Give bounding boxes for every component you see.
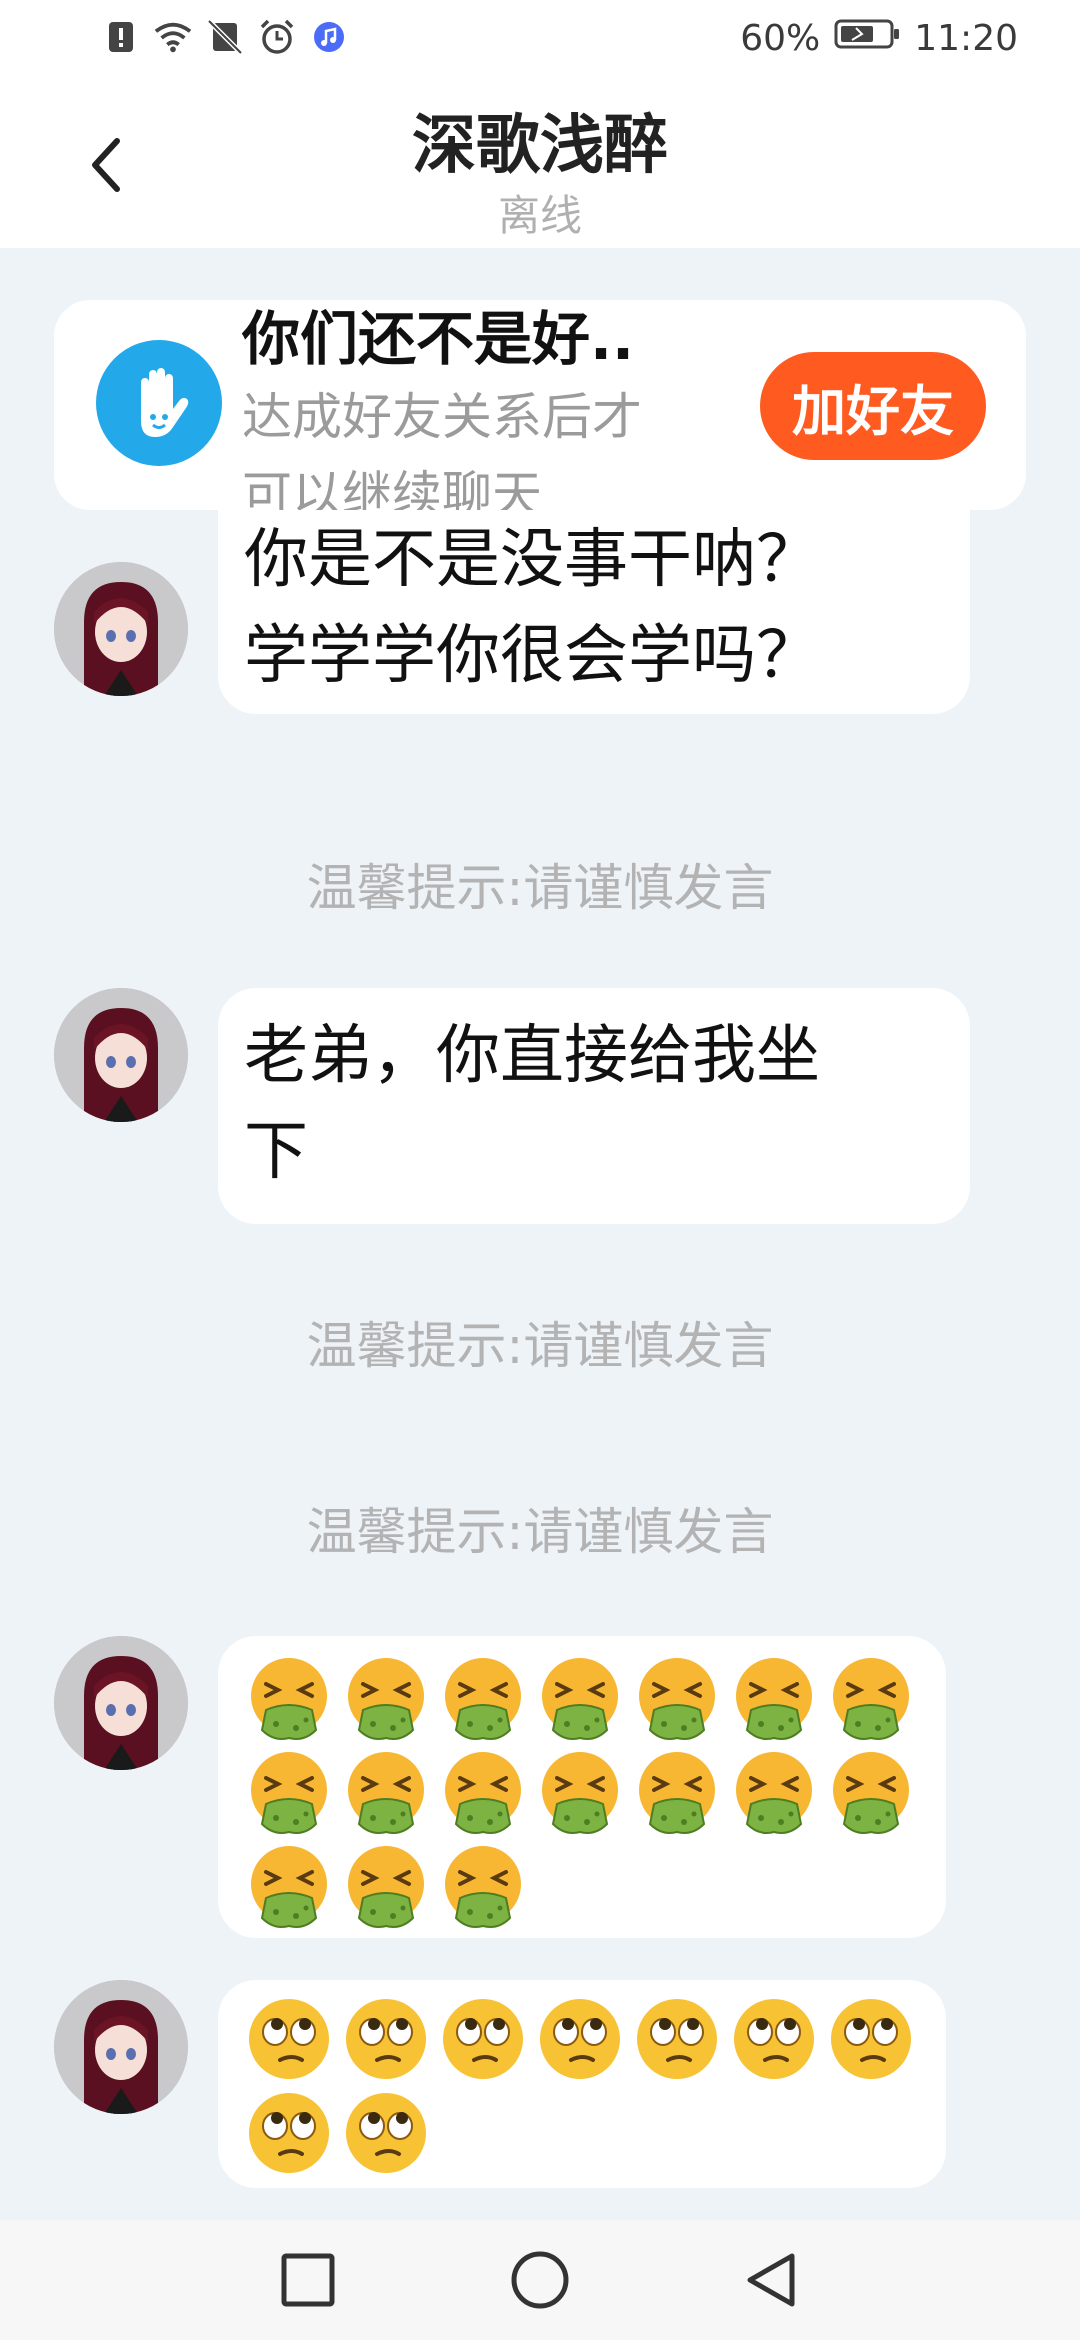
emoji-row xyxy=(244,2088,431,2178)
navigation-bar xyxy=(0,2220,1080,2340)
avatar[interactable] xyxy=(54,1980,188,2114)
message-1-clip: 你是不是没事干呐？ 学学学你很会学吗？ xyxy=(0,510,1080,780)
avatar[interactable] xyxy=(54,562,188,696)
vomiting-face-emoji xyxy=(341,1654,431,1744)
vomiting-face-emoji xyxy=(438,1654,528,1744)
status-bar: 60% 11:20 xyxy=(0,0,1080,82)
vomiting-face-emoji xyxy=(632,1654,722,1744)
vomiting-face-emoji xyxy=(632,1748,722,1838)
vomiting-face-emoji xyxy=(729,1654,819,1744)
page-title: 深歌浅醉 xyxy=(412,109,668,183)
friend-request-banner: 你们还不是好.. 达成好友关系后才 可以继续聊天 加好友 xyxy=(54,300,1026,524)
alert-icon xyxy=(102,18,140,56)
status-right: 60% 11:20 xyxy=(740,18,1018,59)
eye-roll-face-emoji xyxy=(535,1994,625,2084)
battery-icon xyxy=(834,18,900,59)
message-text-2b: 下 xyxy=(244,1115,308,1189)
vomiting-face-emoji xyxy=(244,1748,334,1838)
recent-apps-icon xyxy=(281,2253,335,2307)
chat-header: 深歌浅醉 离线 xyxy=(0,82,1080,248)
vomiting-face-emoji xyxy=(826,1654,916,1744)
eye-roll-face-emoji xyxy=(341,1994,431,2084)
hand-icon xyxy=(96,340,222,466)
eye-roll-face-emoji xyxy=(632,1994,722,2084)
system-tip: 温馨提示:请谨慎发言 xyxy=(306,1317,774,1375)
eye-roll-face-emoji xyxy=(341,2088,431,2178)
alarm-icon xyxy=(258,18,296,56)
avatar[interactable] xyxy=(54,988,188,1122)
back-icon xyxy=(747,2253,795,2307)
vomiting-face-emoji xyxy=(341,1842,431,1932)
banner-title: 你们还不是好.. xyxy=(242,305,635,373)
banner-desc-line1: 达成好友关系后才 xyxy=(242,388,642,446)
emoji-row xyxy=(244,1654,916,1744)
eye-roll-face-emoji xyxy=(438,1994,528,2084)
wifi-icon xyxy=(154,18,192,56)
add-friend-button[interactable]: 加好友 xyxy=(760,352,986,460)
emoji-message-bubble[interactable] xyxy=(218,1980,946,2188)
clock: 11:20 xyxy=(914,18,1018,59)
battery-percent: 60% xyxy=(740,18,821,59)
status-icons xyxy=(102,18,348,56)
message-bubble[interactable]: 你是不是没事干呐？ 学学学你很会学吗？ xyxy=(218,510,970,714)
vomiting-face-emoji xyxy=(244,1654,334,1744)
message-text-1a: 你是不是没事干呐？ xyxy=(244,523,820,597)
vomiting-face-emoji xyxy=(341,1748,431,1838)
vomiting-face-emoji xyxy=(438,1748,528,1838)
eye-roll-face-emoji xyxy=(729,1994,819,2084)
eye-roll-face-emoji xyxy=(826,1994,916,2084)
home-icon xyxy=(511,2251,569,2309)
message-text-1b: 学学学你很会学吗？ xyxy=(244,619,820,693)
vomiting-face-emoji xyxy=(826,1748,916,1838)
home-button[interactable] xyxy=(508,2248,572,2312)
emoji-row xyxy=(244,1994,916,2084)
emoji-message-bubble[interactable] xyxy=(218,1636,946,1938)
system-tip: 温馨提示:请谨慎发言 xyxy=(306,859,774,917)
vomiting-face-emoji xyxy=(729,1748,819,1838)
vomiting-face-emoji xyxy=(535,1654,625,1744)
system-tip: 温馨提示:请谨慎发言 xyxy=(306,1503,774,1561)
no-sim-icon xyxy=(206,18,244,56)
eye-roll-face-emoji xyxy=(244,1994,334,2084)
vomiting-face-emoji xyxy=(438,1842,528,1932)
emoji-row xyxy=(244,1842,528,1932)
avatar[interactable] xyxy=(54,1636,188,1770)
recent-apps-button[interactable] xyxy=(276,2248,340,2312)
vomiting-face-emoji xyxy=(535,1748,625,1838)
message-text-2a: 老弟，你直接给我坐 xyxy=(244,1019,820,1093)
vomiting-face-emoji xyxy=(244,1842,334,1932)
online-status: 离线 xyxy=(497,191,582,240)
eye-roll-face-emoji xyxy=(244,2088,334,2178)
emoji-row xyxy=(244,1748,916,1838)
message-bubble[interactable]: 老弟，你直接给我坐 下 xyxy=(218,988,970,1224)
back-nav-button[interactable] xyxy=(738,2248,802,2312)
music-icon xyxy=(310,18,348,56)
